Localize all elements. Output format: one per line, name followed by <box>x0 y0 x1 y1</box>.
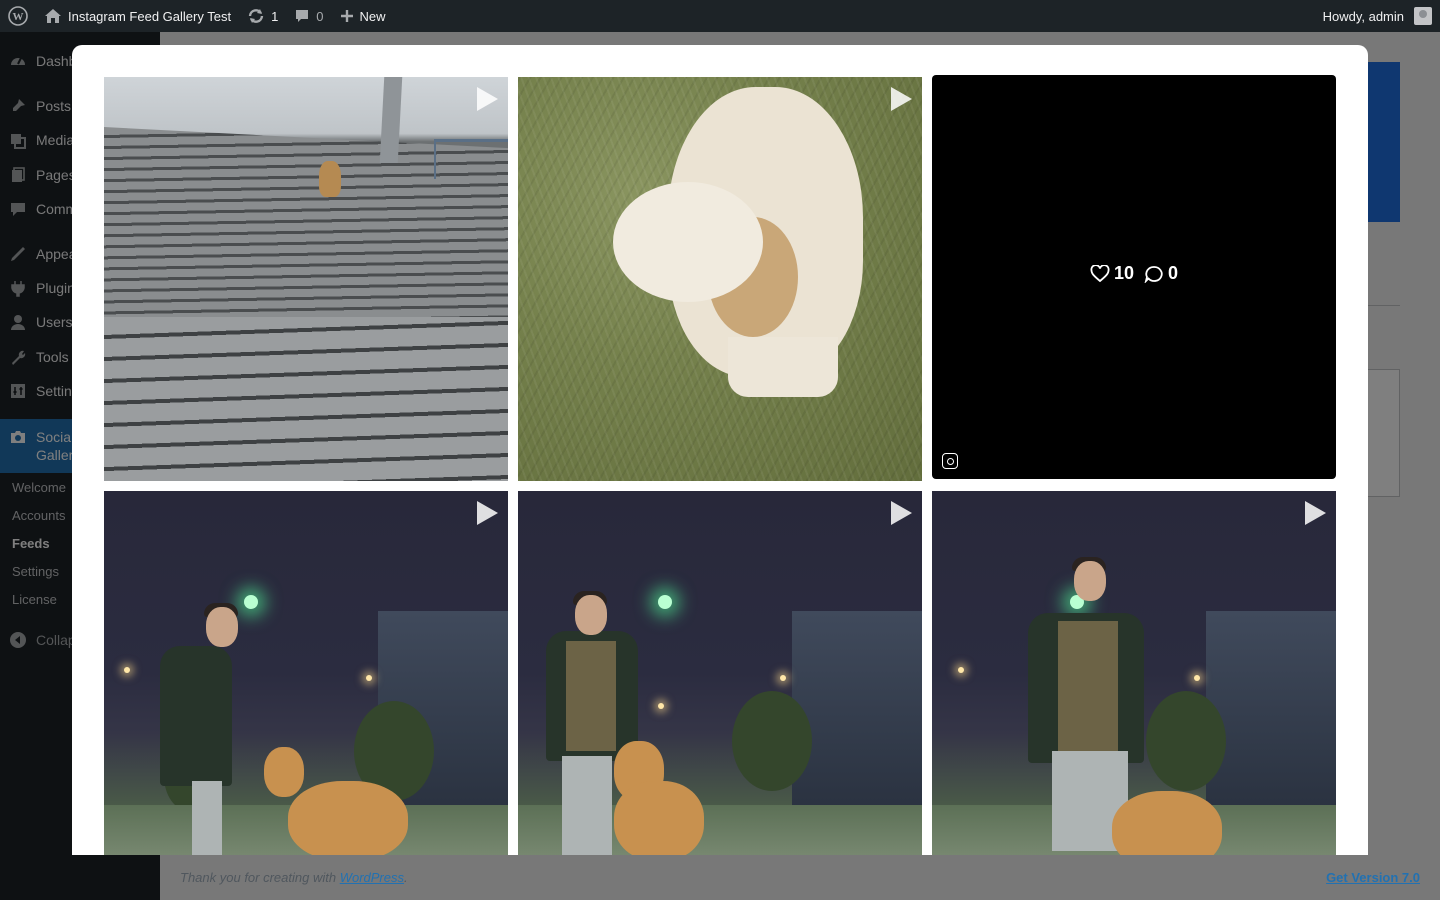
comments-stat-count: 0 <box>1168 263 1179 283</box>
my-account-link[interactable]: Howdy, admin <box>1315 0 1440 32</box>
home-icon <box>45 9 61 23</box>
comment-bubble-icon <box>1144 265 1163 283</box>
instagram-icon[interactable] <box>942 453 958 469</box>
admin-footer: Thank you for creating with WordPress. G… <box>180 870 1420 885</box>
feed-preview-modal: 10 0 <box>72 45 1368 855</box>
comments-link[interactable]: 0 <box>286 0 331 32</box>
heart-icon <box>1090 264 1110 282</box>
gallery-item-hovered[interactable]: 10 0 <box>932 75 1336 479</box>
comment-icon <box>296 10 309 22</box>
get-version-link[interactable]: Get Version 7.0 <box>1326 870 1420 885</box>
play-icon <box>477 501 498 525</box>
wordpress-icon: W <box>8 6 28 26</box>
gallery-item-stairs-dog[interactable] <box>104 77 508 481</box>
svg-text:W: W <box>13 11 24 23</box>
footer-thanks: Thank you for creating with WordPress. <box>180 870 408 885</box>
updates-link[interactable]: 1 <box>239 0 286 32</box>
updates-icon <box>248 9 264 23</box>
engagement-stats: 10 0 <box>932 263 1336 284</box>
gallery-item-night-2[interactable] <box>518 491 922 855</box>
wordpress-link[interactable]: WordPress <box>340 870 404 885</box>
play-icon <box>891 501 912 525</box>
comments-count: 0 <box>316 8 324 24</box>
avatar <box>1414 7 1432 25</box>
play-icon <box>477 87 498 111</box>
admin-bar: W Instagram Feed Gallery Test 1 0 New Ho… <box>0 0 1440 32</box>
new-content-link[interactable]: New <box>332 0 394 32</box>
play-icon <box>891 87 912 111</box>
site-name: Instagram Feed Gallery Test <box>68 8 232 24</box>
wordpress-logo-button[interactable]: W <box>0 0 36 32</box>
likes-count: 10 <box>1113 263 1134 283</box>
play-icon <box>1305 501 1326 525</box>
gallery-item-night-3[interactable] <box>932 491 1336 855</box>
gallery-item-night-1[interactable] <box>104 491 508 855</box>
updates-count: 1 <box>271 8 279 24</box>
gallery-item-white-dog[interactable] <box>518 77 922 481</box>
new-label: New <box>359 8 386 24</box>
plus-icon <box>340 10 353 22</box>
site-name-link[interactable]: Instagram Feed Gallery Test <box>36 0 239 32</box>
howdy-text: Howdy, admin <box>1322 8 1404 24</box>
